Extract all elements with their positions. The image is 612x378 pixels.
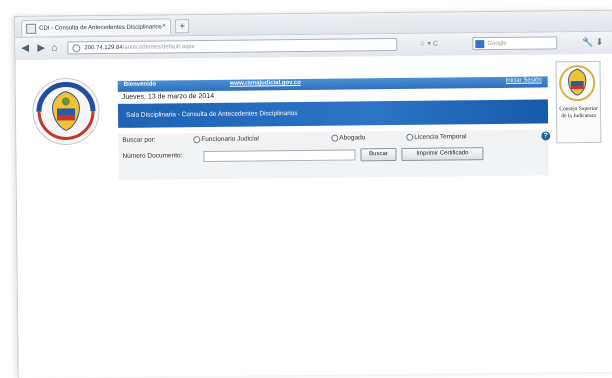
new-tab-button[interactable]: + [175, 19, 190, 34]
globe-icon [72, 44, 81, 53]
radio-button[interactable] [406, 133, 414, 141]
radio-label: Abogado [339, 134, 366, 142]
radio-funcionario[interactable]: Funcionario Judicial [193, 135, 259, 144]
back-icon[interactable]: ◀ [21, 43, 29, 55]
search-engine-icon[interactable] [475, 40, 485, 49]
search-by-label: Buscar por: [122, 136, 156, 144]
url-path: /antecedentes/default.aspx [122, 44, 195, 51]
site-link[interactable]: www.ramajudicial.gov.co [230, 80, 301, 87]
print-certificate-button[interactable]: Imprimir Certificado [401, 147, 484, 161]
document-number-label: Número Documento: [122, 152, 183, 160]
help-icon[interactable]: ? [541, 131, 551, 141]
address-bar[interactable]: 200.74.129.84/antecedentes/default.aspx [67, 37, 398, 55]
close-tab-icon[interactable]: × [162, 22, 166, 29]
toolbar-icons[interactable]: 🔧 ⬇ [582, 37, 603, 48]
search-button[interactable]: Buscar [360, 148, 397, 162]
url-host: 200.74.129.84 [84, 44, 123, 52]
tab-active[interactable]: CDI - Consulta de Antecedentes Disciplin… [21, 18, 172, 36]
search-placeholder: Google [487, 40, 507, 48]
tab-title: CDI - Consulta de Antecedentes Disciplin… [39, 23, 162, 32]
search-form: Buscar por: Funcionario Judicial Abogado… [118, 129, 551, 180]
search-input[interactable]: Google [472, 36, 558, 51]
home-icon[interactable]: ⌂ [51, 43, 57, 55]
favicon-icon [26, 23, 37, 34]
radio-licencia[interactable]: Licencia Temporal [406, 133, 467, 141]
page-content: Consejo Superior de la Judicatura Bienve… [15, 53, 612, 378]
forward-icon[interactable]: ▶ [37, 43, 45, 55]
radio-button[interactable] [331, 134, 339, 142]
coat-of-arms-icon [559, 65, 596, 102]
consejo-superior-seal: Consejo Superior de la Judicatura [555, 60, 602, 144]
radio-button[interactable] [193, 136, 201, 144]
bookmark-reload-icons[interactable]: ☆ ▾ C [419, 40, 438, 48]
radio-label: Funcionario Judicial [201, 135, 259, 144]
rama-judicial-seal-logo [32, 77, 100, 145]
seal-caption: Consejo Superior de la Judicatura [559, 105, 598, 119]
welcome-text: Bienvenido [123, 81, 157, 88]
login-link[interactable]: Iniciar Sesión [506, 77, 542, 83]
document-number-input[interactable] [203, 149, 356, 163]
radio-abogado[interactable]: Abogado [331, 134, 366, 142]
main-panel: Bienvenido www.ramajudicial.gov.co Inici… [117, 76, 551, 200]
radio-label: Licencia Temporal [414, 133, 467, 141]
browser-window: CDI - Consulta de Antecedentes Disciplin… [14, 9, 612, 378]
page-title-banner: Sala Disciplinaria - Consulta de Anteced… [117, 99, 549, 128]
